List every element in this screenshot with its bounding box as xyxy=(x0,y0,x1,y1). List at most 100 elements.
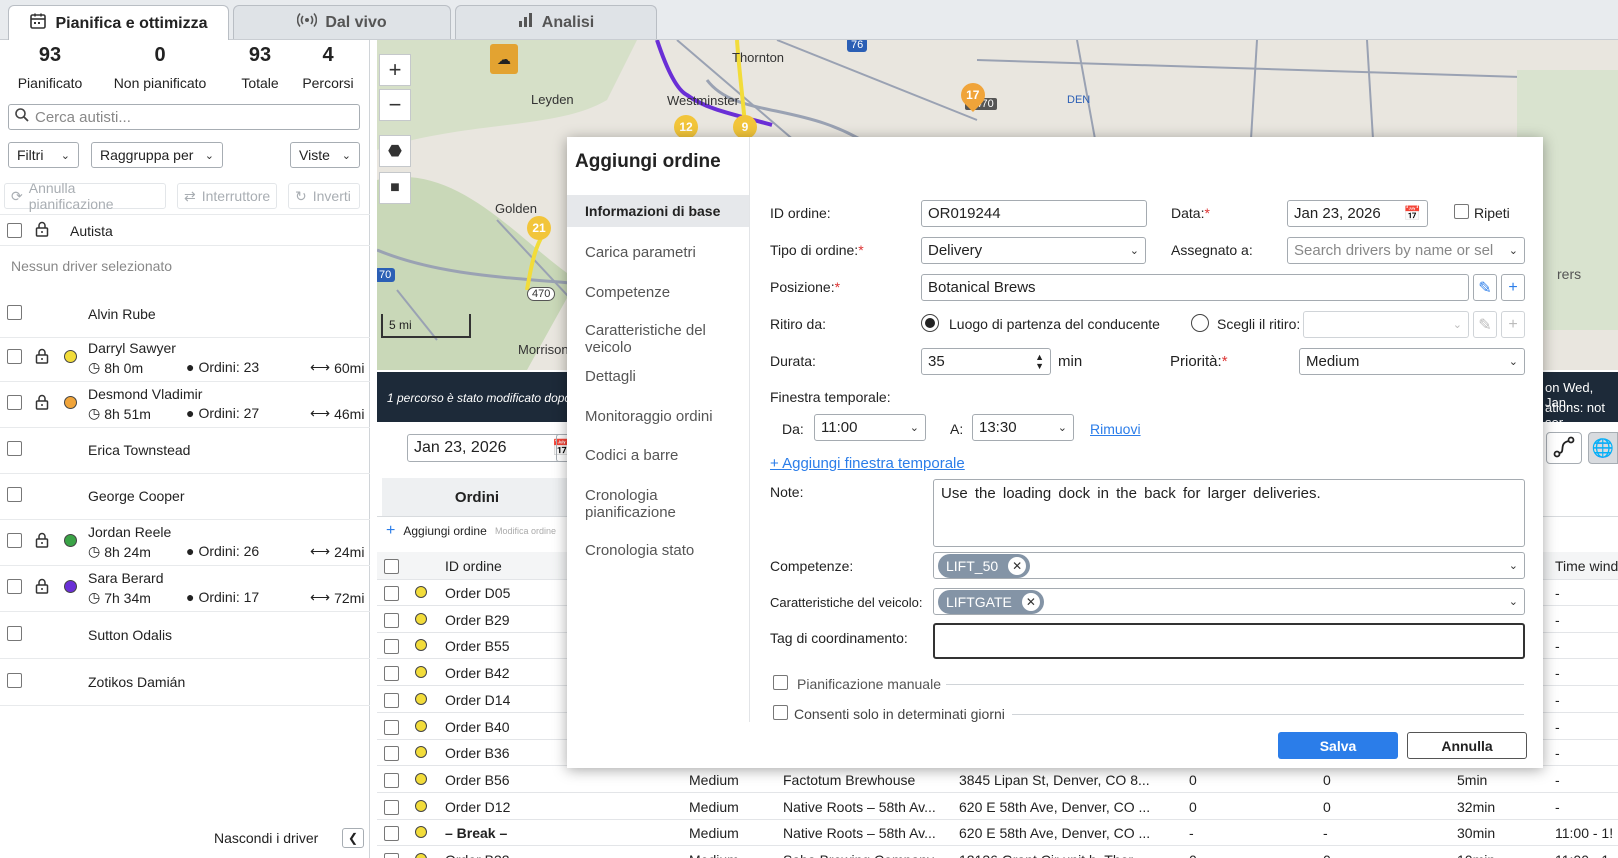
order-row[interactable]: Order B56 Medium Factotum Brewhouse 3845 Li… xyxy=(377,767,1618,793)
select-all-checkbox[interactable] xyxy=(7,223,22,238)
orders-date-field[interactable]: Jan 23, 2026 📅 xyxy=(407,434,579,462)
vehicle-features-select[interactable]: LIFTGATE ✕ ⌄ xyxy=(933,588,1525,615)
stepper-icon[interactable]: ▲ ▼ xyxy=(1035,352,1044,371)
driver-row[interactable]: Jordan Reele ◷ 8h 24m ● Ordini: 26 ⟷ 24mi xyxy=(0,520,370,566)
tab-orders[interactable]: Ordini xyxy=(382,478,572,516)
date-input[interactable]: Jan 23, 2026 📅 xyxy=(1287,200,1428,227)
nav-planning-history[interactable]: Cronologia pianificazione xyxy=(567,487,697,521)
driver-row[interactable]: Sara Berard ◷ 7h 34m ● Ordini: 17 ⟷ 72mi xyxy=(0,566,370,612)
polygon-tool-button[interactable]: ⬣ xyxy=(379,135,411,167)
driver-row[interactable]: Sutton Odalis xyxy=(0,613,370,659)
filters-dropdown[interactable]: Filtri ⌄ xyxy=(8,142,79,168)
switch-button[interactable]: ⇄ Interruttore xyxy=(177,183,277,209)
select-all-orders-checkbox[interactable] xyxy=(384,559,399,574)
add-pickup-button[interactable]: + xyxy=(1501,311,1525,338)
tab-plan-optimize[interactable]: Pianifica e ottimizza xyxy=(8,5,229,41)
driver-checkbox[interactable] xyxy=(7,349,22,364)
order-row[interactable]: Order D12 Medium Native Roots – 58th Av...… xyxy=(377,794,1618,820)
lock-icon[interactable] xyxy=(35,348,49,367)
rectangle-tool-button[interactable]: ■ xyxy=(379,172,411,204)
zoom-out-button[interactable]: − xyxy=(379,89,411,121)
priority-select[interactable]: Medium ⌄ xyxy=(1299,348,1525,375)
order-type-select[interactable]: Delivery ⌄ xyxy=(921,237,1146,264)
notes-textarea[interactable]: Use the loading dock in the back for lar… xyxy=(933,479,1525,547)
edit-pickup-button[interactable]: ✎ xyxy=(1473,311,1497,338)
driver-row[interactable]: Alvin Rube xyxy=(0,292,370,338)
unplan-button[interactable]: ⟳ Annulla pianificazione xyxy=(4,180,166,212)
driver-checkbox[interactable] xyxy=(7,533,22,548)
nav-load-params[interactable]: Carica parametri xyxy=(567,244,749,261)
repeat-checkbox[interactable] xyxy=(1454,204,1469,219)
add-position-button[interactable]: + xyxy=(1501,274,1525,301)
driver-checkbox[interactable] xyxy=(7,626,22,641)
order-checkbox[interactable] xyxy=(384,853,399,858)
order-checkbox[interactable] xyxy=(384,746,399,762)
pickup-select[interactable]: ⌄ xyxy=(1303,311,1469,338)
weather-marker-icon[interactable]: ☁ xyxy=(490,44,518,74)
order-checkbox[interactable] xyxy=(384,639,399,655)
order-checkbox[interactable] xyxy=(384,719,399,735)
remove-chip-icon[interactable]: ✕ xyxy=(1008,556,1027,575)
lock-icon[interactable] xyxy=(35,394,49,413)
lock-icon[interactable] xyxy=(35,221,49,240)
driver-checkbox[interactable] xyxy=(7,673,22,688)
globe-view-button[interactable]: 🌐 xyxy=(1588,432,1618,464)
order-checkbox[interactable] xyxy=(384,772,399,788)
map-marker-21[interactable]: 21 xyxy=(527,216,551,240)
driver-checkbox[interactable] xyxy=(7,579,22,594)
views-dropdown[interactable]: Viste ⌄ xyxy=(290,142,360,168)
map-marker-12[interactable]: 12 xyxy=(674,115,698,139)
duration-input[interactable]: 35 ▲ ▼ xyxy=(921,348,1051,375)
pickup-choose-radio[interactable] xyxy=(1191,314,1209,332)
to-time-select[interactable]: 13:30 ⌄ xyxy=(972,414,1074,441)
lock-icon[interactable] xyxy=(35,532,49,551)
order-checkbox[interactable] xyxy=(384,799,399,815)
allowed-days-checkbox[interactable] xyxy=(773,705,788,720)
nav-details[interactable]: Dettagli xyxy=(567,368,749,385)
order-row[interactable]: Order B32 Medium Saba Brewing Company 12136… xyxy=(377,847,1618,858)
collapse-panel-button[interactable]: ❮ xyxy=(342,828,364,848)
edit-position-button[interactable]: ✎ xyxy=(1473,274,1497,301)
driver-checkbox[interactable] xyxy=(7,305,22,320)
map-marker-9[interactable]: 9 xyxy=(733,115,757,139)
skills-select[interactable]: LIFT_50 ✕ ⌄ xyxy=(933,552,1525,579)
order-checkbox[interactable] xyxy=(384,586,399,601)
tab-live[interactable]: Dal vivo xyxy=(233,5,451,39)
lock-icon[interactable] xyxy=(35,578,49,597)
zoom-in-button[interactable]: + xyxy=(379,54,411,86)
reverse-button[interactable]: ↻ Inverti xyxy=(288,183,360,209)
nav-basic-info[interactable]: Informazioni di base xyxy=(567,195,749,227)
driver-checkbox[interactable] xyxy=(7,487,22,502)
cancel-button[interactable]: Annulla xyxy=(1407,732,1527,759)
assigned-driver-select[interactable]: Search drivers by name or sel ⌄ xyxy=(1287,237,1525,264)
pickup-driver-start-radio[interactable] xyxy=(921,314,939,332)
add-order-button[interactable]: + Aggiungi ordine xyxy=(380,520,493,542)
driver-row[interactable]: George Cooper xyxy=(0,474,370,520)
position-input[interactable]: Botanical Brews xyxy=(921,274,1469,301)
nav-vehicle-features[interactable]: Caratteristiche del veicolo xyxy=(567,322,707,356)
nav-skills[interactable]: Competenze xyxy=(567,284,749,301)
remove-time-window-link[interactable]: Rimuovi xyxy=(1090,421,1141,437)
remove-chip-icon[interactable]: ✕ xyxy=(1021,592,1040,611)
manual-planning-checkbox[interactable] xyxy=(773,675,788,690)
group-by-dropdown[interactable]: Raggruppa per ⌄ xyxy=(91,142,223,168)
order-row[interactable]: – Break – Medium Native Roots – 58th Av...… xyxy=(377,820,1618,847)
driver-checkbox[interactable] xyxy=(7,441,22,456)
order-checkbox[interactable] xyxy=(384,612,399,628)
nav-order-tracking[interactable]: Monitoraggio ordini xyxy=(567,408,749,425)
driver-row[interactable]: Darryl Sawyer ◷ 8h 0m ● Ordini: 23 ⟷ 60mi xyxy=(0,336,370,382)
tab-analysis[interactable]: Analisi xyxy=(455,5,657,39)
driver-row[interactable]: Desmond Vladimir ◷ 8h 51m ● Ordini: 27 ⟷ 46mi xyxy=(0,382,370,428)
order-checkbox[interactable] xyxy=(384,692,399,708)
nav-status-history[interactable]: Cronologia stato xyxy=(567,542,749,559)
add-time-window-link[interactable]: + Aggiungi finestra temporale xyxy=(770,455,965,472)
order-checkbox[interactable] xyxy=(384,826,399,842)
driver-row[interactable]: Erica Townstead xyxy=(0,428,370,474)
driver-search-input[interactable]: Cerca autisti... xyxy=(8,104,360,130)
nav-barcodes[interactable]: Codici a barre xyxy=(567,447,749,464)
hide-drivers-label[interactable]: Nascondi i driver xyxy=(214,830,318,846)
save-button[interactable]: Salva xyxy=(1278,732,1398,759)
order-checkbox[interactable] xyxy=(384,666,399,682)
edit-order-button[interactable]: Modifica ordine xyxy=(495,526,556,536)
driver-checkbox[interactable] xyxy=(7,395,22,410)
